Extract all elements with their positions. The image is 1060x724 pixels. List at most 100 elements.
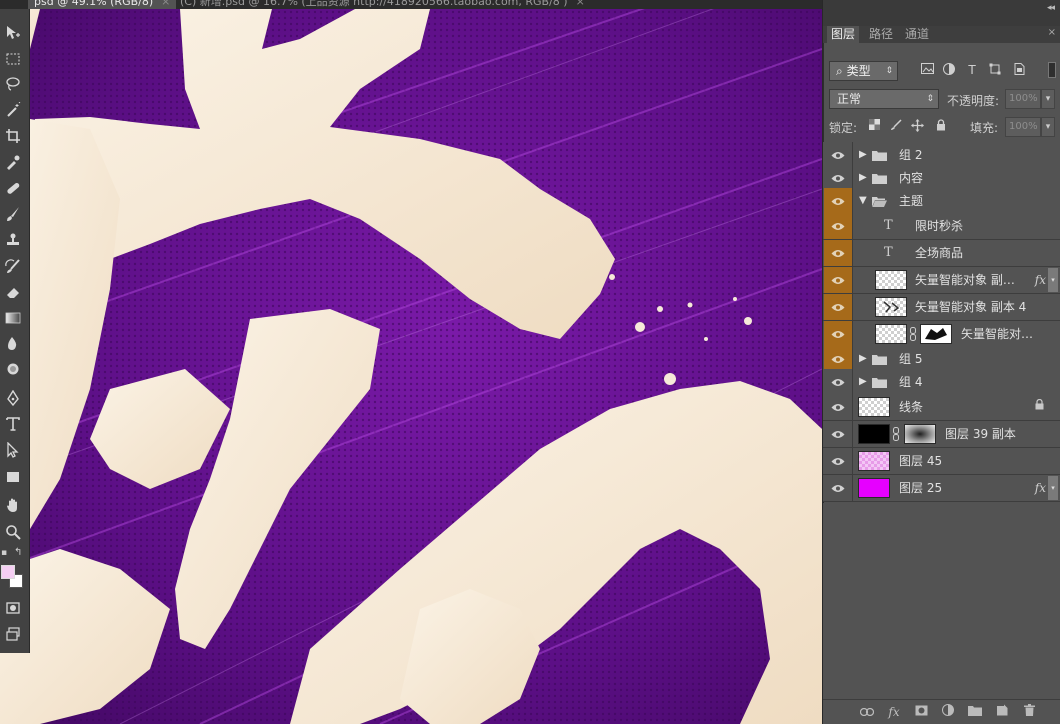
rectangle-tool-icon[interactable] — [0, 465, 26, 489]
eraser-tool-icon[interactable] — [0, 280, 26, 304]
expanded-triangle-icon[interactable]: ▼ — [859, 188, 867, 214]
layer-mask-thumbnail[interactable] — [920, 324, 952, 344]
opacity-field[interactable]: 100% — [1005, 89, 1041, 109]
layer-thumbnail — [875, 297, 907, 317]
layers-list-empty-area[interactable] — [823, 503, 1060, 699]
effects-expand-icon[interactable]: ▾ — [1048, 476, 1058, 500]
layer-row-theme[interactable]: ▼ 主题 — [823, 188, 1060, 215]
layer-effects-icon[interactable]: fx — [1035, 475, 1046, 501]
layer-filter-select[interactable]: ⌕ 类型 ⇕ — [829, 61, 898, 81]
clone-stamp-tool-icon[interactable] — [0, 228, 26, 252]
tab-channels[interactable]: 通道 — [901, 26, 933, 43]
lock-all-icon[interactable] — [934, 119, 947, 133]
eyedropper-tool-icon[interactable] — [0, 150, 26, 174]
new-group-icon[interactable] — [967, 704, 983, 720]
path-selection-tool-icon[interactable] — [0, 438, 26, 462]
shape-filter-icon[interactable] — [987, 63, 1003, 77]
layer-row-text-flash-sale[interactable]: T 限时秒杀 — [823, 213, 1060, 240]
collapse-panels-icon[interactable]: ◂◂ — [1047, 3, 1055, 13]
fill-field[interactable]: 100% — [1005, 117, 1041, 137]
document-tab[interactable]: (C) 新增.psd @ 16.7% (上品资源 http://41892056… — [180, 0, 585, 9]
eye-icon[interactable] — [824, 267, 852, 293]
default-colors-icon[interactable]: ▪ — [1, 548, 7, 558]
effects-expand-icon[interactable]: ▾ — [1048, 268, 1058, 292]
blur-tool-icon[interactable] — [0, 332, 26, 356]
dodge-tool-icon[interactable] — [0, 358, 26, 382]
marquee-tool-icon[interactable] — [0, 47, 26, 71]
lock-transparent-icon[interactable] — [868, 119, 881, 133]
eye-icon[interactable] — [824, 294, 852, 320]
close-icon[interactable]: × — [161, 0, 170, 8]
quick-mask-icon[interactable] — [0, 596, 26, 620]
layer-row-lines[interactable]: 线条 — [823, 394, 1060, 421]
hand-tool-icon[interactable] — [0, 493, 26, 517]
layer-name: 矢量智能对象 副本 4 — [915, 300, 1027, 314]
crop-tool-icon[interactable] — [0, 124, 26, 148]
history-brush-tool-icon[interactable] — [0, 254, 26, 278]
layer-thumbnail — [858, 451, 890, 471]
delete-layer-icon[interactable] — [1021, 704, 1037, 720]
healing-brush-tool-icon[interactable] — [0, 176, 26, 200]
layer-row-text-all-products[interactable]: T 全场商品 — [823, 240, 1060, 267]
layer-effects-icon[interactable]: fx — [1035, 267, 1046, 293]
layer-row-smart-object-masked[interactable]: 矢量智能对… — [823, 321, 1060, 348]
select-arrows-icon: ⇕ — [885, 66, 893, 76]
eye-icon[interactable] — [824, 240, 852, 266]
screen-mode-icon[interactable] — [0, 622, 26, 646]
zoom-tool-icon[interactable] — [0, 520, 26, 544]
magic-wand-tool-icon[interactable] — [0, 98, 26, 122]
mask-link-icon[interactable] — [893, 427, 899, 441]
blend-mode-select[interactable]: 正常 ⇕ — [829, 89, 939, 109]
tab-paths[interactable]: 路径 — [865, 26, 897, 43]
eye-icon[interactable] — [824, 369, 852, 395]
eye-icon[interactable] — [824, 475, 852, 501]
collapsed-triangle-icon[interactable]: ▶ — [859, 369, 867, 395]
fill-label: 填充: — [970, 121, 999, 135]
layer-row-layer-45[interactable]: 图层 45 — [823, 448, 1060, 475]
layer-row-layer-25[interactable]: 图层 25 fx ▾ — [823, 475, 1060, 502]
new-layer-icon[interactable] — [994, 704, 1010, 720]
opacity-label: 不透明度: — [947, 94, 1000, 108]
smart-object-filter-icon[interactable] — [1011, 63, 1027, 77]
link-layers-icon[interactable] — [859, 704, 875, 720]
eye-icon[interactable] — [824, 321, 852, 347]
move-tool-icon[interactable] — [0, 21, 26, 45]
foreground-color-swatch[interactable] — [1, 565, 15, 579]
layer-style-icon[interactable]: fx — [886, 704, 902, 720]
close-icon[interactable]: × — [576, 0, 585, 8]
layer-row-smart-object-copy-4[interactable]: 矢量智能对象 副本 4 — [823, 294, 1060, 321]
eye-icon[interactable] — [824, 188, 852, 214]
document-canvas[interactable] — [0, 9, 822, 724]
layer-thumbnail — [875, 324, 907, 344]
eye-icon[interactable] — [824, 394, 852, 420]
tab-layers[interactable]: 图层 — [827, 26, 860, 43]
layer-thumbnail — [875, 270, 907, 290]
type-tool-icon[interactable] — [0, 412, 26, 436]
text-layer-icon: T — [884, 218, 893, 233]
add-mask-icon[interactable] — [913, 704, 929, 720]
adjustment-filter-icon[interactable] — [941, 63, 957, 77]
image-filter-icon[interactable] — [919, 63, 935, 77]
layer-row-layer-39-copy[interactable]: 图层 39 副本 — [823, 421, 1060, 448]
fill-dropdown-icon[interactable]: ▾ — [1041, 117, 1055, 137]
filter-toggle-switch[interactable] — [1048, 62, 1056, 78]
lock-image-pixels-icon[interactable] — [889, 119, 902, 133]
lasso-tool-icon[interactable] — [0, 72, 26, 96]
opacity-dropdown-icon[interactable]: ▾ — [1041, 89, 1055, 109]
gradient-tool-icon[interactable] — [0, 306, 26, 330]
eye-icon[interactable] — [824, 421, 852, 447]
layer-mask-thumbnail[interactable] — [904, 424, 936, 444]
swap-colors-icon[interactable]: ↰ — [14, 547, 22, 558]
eye-icon[interactable] — [824, 448, 852, 474]
lock-position-icon[interactable] — [911, 119, 924, 133]
mask-link-icon[interactable] — [910, 327, 916, 341]
layer-row-group-4[interactable]: ▶ 组 4 — [823, 369, 1060, 396]
eye-icon[interactable] — [824, 213, 852, 239]
adjustment-layer-icon[interactable] — [940, 704, 956, 720]
document-tab-active[interactable]: psd @ 49.1% (RGB/8) × — [28, 0, 177, 9]
panel-close-icon[interactable]: × — [1048, 27, 1056, 38]
layer-row-smart-object-copy[interactable]: 矢量智能对象 副… fx ▾ — [823, 267, 1060, 294]
text-filter-icon[interactable]: T — [964, 63, 980, 77]
pen-tool-icon[interactable] — [0, 386, 26, 410]
brush-tool-icon[interactable] — [0, 202, 26, 226]
